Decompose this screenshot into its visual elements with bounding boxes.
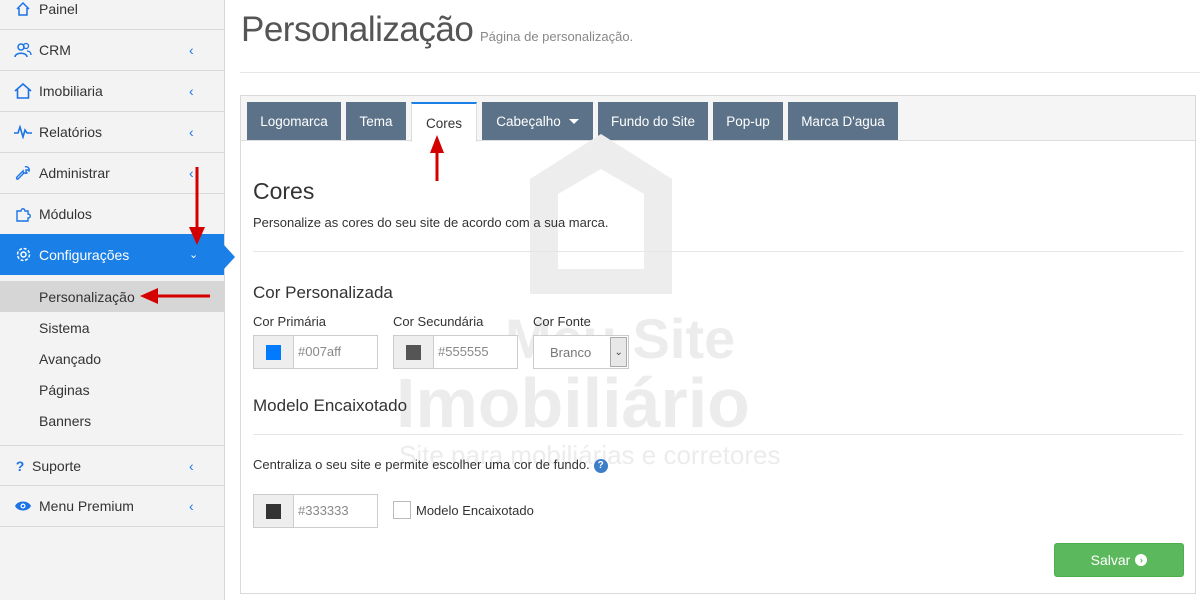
sidebar-subitem-avancado[interactable]: Avançado: [0, 343, 224, 374]
sidebar-item-modulos[interactable]: Módulos: [0, 194, 224, 235]
pulse-icon: [13, 122, 33, 142]
sidebar-item-menu-premium[interactable]: Menu Premium ‹: [0, 486, 224, 527]
watermark-house-icon: [530, 134, 672, 294]
color-swatch[interactable]: [254, 495, 294, 527]
house-icon: [13, 81, 33, 101]
save-button[interactable]: Salvar ›: [1054, 543, 1184, 577]
boxed-checkbox-label[interactable]: Modelo Encaixotado: [416, 503, 534, 518]
boxed-description-text: Centraliza o seu site e permite escolher…: [253, 457, 590, 472]
divider: [253, 434, 1183, 435]
sidebar-item-label: Suporte: [32, 457, 82, 474]
divider: [253, 251, 1183, 252]
sidebar-item-imobiliaria[interactable]: Imobiliaria ‹: [0, 71, 224, 112]
sidebar-item-relatorios[interactable]: Relatórios ‹: [0, 112, 224, 153]
font-color-select[interactable]: Branco ⌄: [533, 335, 629, 369]
tab-tema[interactable]: Tema: [346, 102, 406, 140]
chevron-left-icon: ‹: [189, 42, 194, 58]
help-icon[interactable]: ?: [593, 458, 608, 473]
primary-color-label: Cor Primária: [253, 314, 326, 329]
primary-color-input[interactable]: #007aff: [253, 335, 378, 369]
sidebar-item-crm[interactable]: CRM ‹: [0, 30, 224, 71]
tab-pop-up[interactable]: Pop-up: [713, 102, 783, 140]
boxed-description: Centraliza o seu site e permite escolher…: [253, 457, 608, 473]
tab-cabecalho[interactable]: Cabeçalho: [482, 102, 593, 140]
sidebar-item-painel[interactable]: Painel: [0, 0, 224, 30]
chevron-left-icon: ‹: [189, 83, 194, 99]
chevron-left-icon: ‹: [189, 498, 194, 514]
section-description: Personalize as cores do seu site de acor…: [253, 215, 609, 230]
sidebar-item-configuracoes[interactable]: Configurações ⌄: [0, 234, 224, 275]
sidebar-item-label: Menu Premium: [39, 498, 134, 514]
chevron-down-icon: ⌄: [189, 249, 199, 261]
sidebar-subitem-sistema[interactable]: Sistema: [0, 312, 224, 343]
color-value[interactable]: #555555: [434, 336, 489, 368]
sidebar-item-label: Relatórios: [39, 124, 103, 140]
home-icon: [13, 0, 33, 19]
tab-fundo-do-site[interactable]: Fundo do Site: [598, 102, 708, 140]
boxed-color-input[interactable]: #333333: [253, 494, 378, 528]
color-value[interactable]: #333333: [294, 495, 349, 527]
tab-logomarca[interactable]: Logomarca: [247, 102, 341, 140]
settings-panel: Logomarca Tema Cores Cabeçalho Fundo do …: [240, 95, 1196, 594]
tab-cores[interactable]: Cores: [411, 102, 477, 142]
sidebar-subitem-paginas[interactable]: Páginas: [0, 374, 224, 405]
sidebar-subitem-personalizacao[interactable]: Personalização: [0, 281, 224, 312]
tab-bar: Logomarca Tema Cores Cabeçalho Fundo do …: [241, 96, 1195, 142]
chevron-left-icon: ‹: [189, 165, 194, 181]
caret-down-icon: [568, 118, 579, 124]
divider: [240, 72, 1200, 73]
sidebar-item-label: Módulos: [39, 206, 92, 222]
sidebar-subitem-banners[interactable]: Banners: [0, 405, 224, 436]
select-value: Branco: [550, 344, 592, 360]
gear-icon: [13, 245, 33, 265]
sidebar-item-label: Administrar: [39, 165, 110, 181]
tab-marca-dagua[interactable]: Marca D'agua: [788, 102, 898, 140]
users-icon: [13, 40, 33, 60]
sidebar-item-label: Configurações: [39, 246, 130, 263]
tab-label: Cabeçalho: [496, 113, 561, 129]
boxed-checkbox[interactable]: [393, 501, 411, 519]
sidebar-item-label: Imobiliaria: [39, 83, 103, 99]
custom-color-heading: Cor Personalizada: [253, 283, 393, 302]
sidebar-item-suporte[interactable]: ? Suporte ‹: [0, 445, 224, 486]
boxed-heading: Modelo Encaixotado: [253, 396, 408, 415]
secondary-color-input[interactable]: #555555: [393, 335, 518, 369]
color-swatch[interactable]: [254, 336, 294, 368]
chevron-down-icon: ⌄: [610, 337, 627, 367]
chevron-left-icon: ‹: [189, 124, 194, 140]
font-color-label: Cor Fonte: [533, 314, 591, 329]
main-content: Personalização Página de personalização.…: [226, 0, 1200, 600]
watermark-text: Imobiliário: [396, 364, 750, 442]
save-label: Salvar: [1090, 552, 1131, 568]
color-swatch[interactable]: [394, 336, 434, 368]
sidebar-item-administrar[interactable]: Administrar ‹: [0, 153, 224, 194]
page-title: Personalização: [241, 10, 474, 49]
color-value[interactable]: #007aff: [294, 336, 341, 368]
secondary-color-label: Cor Secundária: [393, 314, 484, 329]
puzzle-icon: [13, 204, 33, 224]
sidebar-item-label: Painel: [39, 1, 78, 17]
question-icon: ?: [15, 457, 25, 474]
sidebar-item-label: CRM: [39, 42, 71, 58]
chevron-left-icon: ‹: [189, 457, 194, 474]
sidebar: Painel CRM ‹ Imobiliaria ‹ Relatórios ‹ …: [0, 0, 235, 600]
wrench-icon: [13, 163, 33, 183]
eye-icon: [13, 496, 33, 516]
section-heading: Cores: [253, 178, 315, 204]
page-subtitle: Página de personalização.: [480, 29, 634, 44]
arrow-right-circle-icon: ›: [1135, 554, 1148, 566]
